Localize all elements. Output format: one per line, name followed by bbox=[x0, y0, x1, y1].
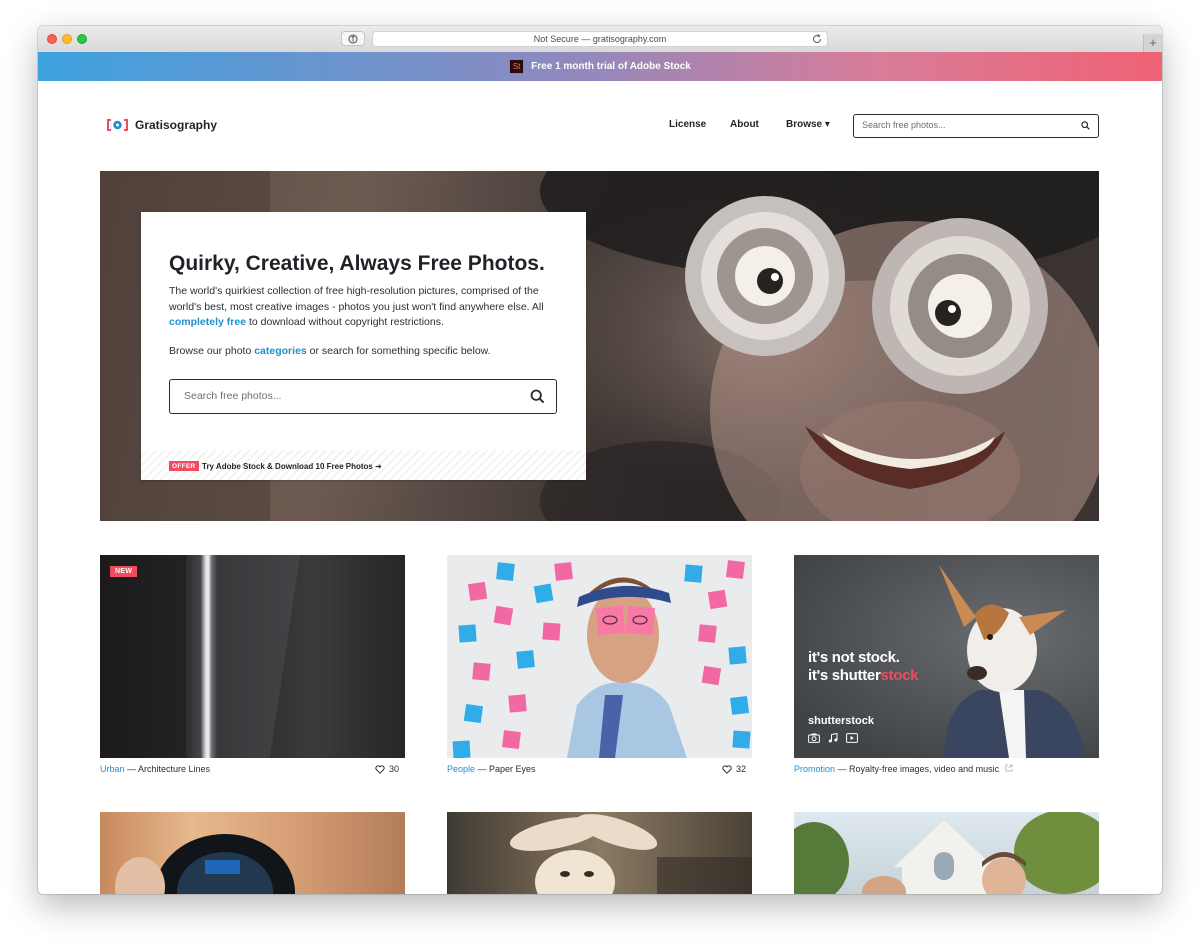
shutterstock-slogan: it's not stock. it's shutterstock bbox=[808, 649, 918, 685]
gratisography-logo-icon bbox=[107, 119, 128, 131]
hero-description-text: The world's quirkiest collection of free… bbox=[169, 285, 544, 313]
hero-search-placeholder: Search free photos... bbox=[184, 390, 282, 402]
new-badge: NEW bbox=[110, 566, 138, 577]
heart-icon bbox=[375, 764, 385, 774]
slogan-line-1: it's not stock. bbox=[808, 649, 900, 666]
house-photo bbox=[794, 812, 1099, 894]
slogan-line-2-start: it's shutter bbox=[808, 667, 881, 684]
address-bar-text: Not Secure — gratisography.com bbox=[533, 34, 667, 44]
photo-thumbnail[interactable] bbox=[447, 555, 752, 758]
nav-browse-dropdown[interactable]: Browse ▾ bbox=[786, 119, 830, 130]
header-search-input[interactable]: Search free photos... bbox=[853, 114, 1099, 138]
photo-title: — Royalty-free images, video and music bbox=[835, 764, 1000, 774]
completely-free-link[interactable]: completely free bbox=[169, 316, 246, 328]
browser-window: Not Secure — gratisography.com + St Free… bbox=[38, 26, 1162, 894]
music-note-icon bbox=[828, 733, 838, 743]
camera-icon bbox=[808, 733, 820, 743]
slogan-line-2-accent: stock bbox=[880, 667, 919, 684]
promo-banner[interactable]: St Free 1 month trial of Adobe Stock bbox=[38, 52, 1162, 81]
new-tab-button[interactable]: + bbox=[1143, 34, 1162, 52]
minimize-window-button[interactable] bbox=[62, 34, 72, 44]
hero-banner: Quirky, Creative, Always Free Photos. Th… bbox=[100, 171, 1099, 521]
zoom-window-button[interactable] bbox=[77, 34, 87, 44]
architecture-photo bbox=[100, 555, 405, 758]
shutterstock-logo: shutterstock bbox=[808, 715, 875, 727]
like-count[interactable]: 32 bbox=[722, 764, 746, 774]
bunny-photo bbox=[509, 814, 752, 894]
external-link-icon[interactable] bbox=[1005, 764, 1013, 772]
hero-title: Quirky, Creative, Always Free Photos. bbox=[169, 252, 545, 275]
photo-caption: Urban — Architecture Lines 30 bbox=[100, 764, 405, 774]
slogan-line-2: it's shutterstock bbox=[808, 667, 918, 685]
paper-eyes-photo bbox=[452, 560, 751, 758]
reload-icon[interactable] bbox=[811, 33, 823, 45]
close-window-button[interactable] bbox=[47, 34, 57, 44]
offer-strip[interactable]: OFFER Try Adobe Stock & Download 10 Free… bbox=[141, 450, 586, 480]
like-count[interactable]: 30 bbox=[375, 764, 399, 774]
hero-search-input[interactable]: Search free photos... bbox=[169, 379, 557, 414]
video-play-icon bbox=[846, 733, 858, 743]
photo-caption: Promotion — Royalty-free images, video a… bbox=[794, 764, 1099, 774]
address-bar[interactable]: Not Secure — gratisography.com bbox=[372, 31, 828, 47]
photo-title: — Paper Eyes bbox=[475, 764, 536, 774]
category-link[interactable]: Urban bbox=[100, 764, 125, 774]
category-link[interactable]: Promotion bbox=[794, 764, 835, 774]
header-search-placeholder: Search free photos... bbox=[862, 120, 946, 130]
category-link[interactable]: People bbox=[447, 764, 475, 774]
photo-title: — Architecture Lines bbox=[124, 764, 211, 774]
offer-badge: OFFER bbox=[169, 461, 199, 471]
hero-description: The world's quirkiest collection of free… bbox=[169, 284, 564, 331]
promo-banner-text: Free 1 month trial of Adobe Stock bbox=[531, 61, 691, 72]
photo-caption: People — Paper Eyes 32 bbox=[447, 764, 752, 774]
photo-thumbnail[interactable]: NEW bbox=[100, 555, 405, 758]
shutterstock-media-icons bbox=[808, 733, 858, 743]
site-logo[interactable]: Gratisography bbox=[107, 118, 217, 132]
browse-text-start: Browse our photo bbox=[169, 345, 255, 357]
hero-browse-text: Browse our photo categories or search fo… bbox=[169, 345, 491, 357]
photo-thumbnail[interactable] bbox=[447, 812, 752, 894]
like-count-value: 32 bbox=[735, 764, 746, 774]
adobe-stock-logo: St bbox=[509, 59, 525, 74]
photo-thumbnail[interactable] bbox=[100, 812, 405, 894]
photo-thumbnail[interactable] bbox=[794, 812, 1099, 894]
privacy-report-button[interactable] bbox=[341, 31, 365, 46]
browser-toolbar: Not Secure — gratisography.com + bbox=[38, 26, 1162, 53]
site-logo-text: Gratisography bbox=[135, 118, 218, 132]
hero-description-text-end: to download without copyright restrictio… bbox=[246, 316, 444, 328]
camera-lens-photo bbox=[115, 834, 295, 894]
hero-intro-panel: Quirky, Creative, Always Free Photos. Th… bbox=[141, 212, 586, 480]
shield-icon bbox=[348, 33, 358, 44]
browse-text-end: or search for something specific below. bbox=[306, 345, 491, 357]
offer-link[interactable]: Try Adobe Stock & Download 10 Free Photo… bbox=[202, 462, 382, 471]
categories-link[interactable]: categories bbox=[254, 345, 307, 357]
promotion-thumbnail[interactable]: it's not stock. it's shutterstock shutte… bbox=[794, 555, 1099, 758]
search-icon[interactable] bbox=[1081, 121, 1090, 130]
heart-icon bbox=[722, 764, 732, 774]
nav-license[interactable]: License bbox=[669, 119, 706, 130]
like-count-value: 30 bbox=[388, 764, 399, 774]
nav-about[interactable]: About bbox=[730, 119, 759, 130]
search-icon[interactable] bbox=[530, 389, 545, 404]
